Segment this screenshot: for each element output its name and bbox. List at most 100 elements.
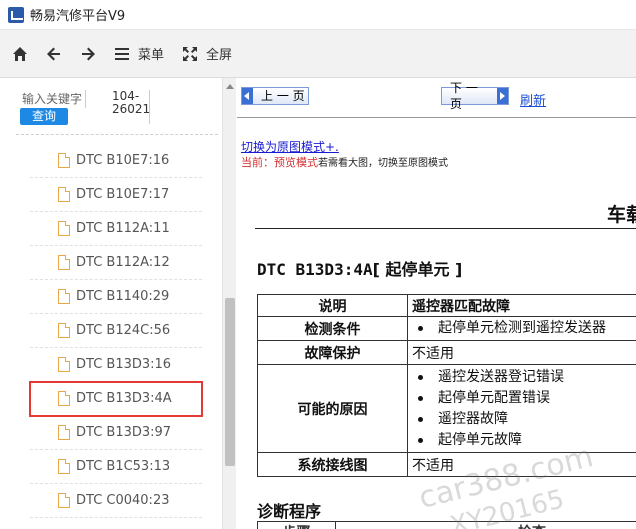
arrow-right-icon bbox=[82, 47, 95, 60]
search-button[interactable]: 查询 bbox=[20, 108, 68, 125]
document-icon bbox=[58, 221, 70, 236]
procedure-table: 步骤 检查 bbox=[257, 521, 636, 529]
procedure-title: 诊断程序 bbox=[257, 502, 322, 521]
document-icon bbox=[58, 289, 70, 304]
mode-hint: 若需看大图，切换至原图模式 bbox=[318, 158, 448, 169]
dtc-list-item[interactable]: DTC B10E7:16 bbox=[30, 144, 202, 178]
dtc-heading: DTC B13D3:4A[ 起停单元 ] bbox=[257, 256, 462, 280]
fullscreen-label: 全屏 bbox=[206, 48, 233, 63]
back-button[interactable] bbox=[46, 39, 62, 69]
dtc-list-item[interactable]: DTC B13D3:16 bbox=[30, 348, 202, 382]
menu-button[interactable]: 菜单 bbox=[114, 39, 164, 69]
dtc-heading-code: DTC B13D3:4A bbox=[257, 260, 373, 279]
scrollbar-thumb[interactable] bbox=[225, 298, 235, 466]
dtc-heading-name: [ 起停单元 ] bbox=[372, 260, 463, 279]
dtc-list-item-label: DTC C0040:23 bbox=[76, 493, 170, 508]
next-page-button[interactable]: 下 一 页 bbox=[441, 81, 509, 111]
dtc-list-item[interactable]: DTC B1C53:13 bbox=[30, 450, 202, 484]
switch-mode-link[interactable]: 切换为原图模式+. bbox=[241, 138, 339, 155]
doc-header-rule bbox=[255, 228, 636, 229]
dtc-list-item[interactable]: DTC B112A:11 bbox=[30, 212, 202, 246]
home-icon bbox=[13, 46, 27, 61]
dtc-list-item-label: DTC B13D3:16 bbox=[76, 357, 172, 372]
table-row: 可能的原因 遥控发送器登记错误 起停单元配置错误 遥控器故障 起停单元故障 bbox=[257, 364, 636, 453]
document-code-line2: 26021 bbox=[112, 102, 151, 116]
arrow-left-icon bbox=[47, 47, 60, 60]
dtc-list-item-label: DTC B112A:11 bbox=[76, 221, 170, 236]
dtc-list-item-label: DTC B10E7:16 bbox=[76, 153, 170, 168]
dtc-list-item-label: DTC B13D3:4A bbox=[76, 391, 172, 406]
dtc-list: DTC B10E7:16 DTC B10E7:17 DTC B112A:11 DTC … bbox=[29, 144, 203, 518]
table-header-value: 遥控器匹配故障 bbox=[407, 294, 636, 317]
prev-page-button[interactable]: 上 一 页 bbox=[241, 87, 309, 105]
dtc-list-item[interactable]: DTC B13D3:97 bbox=[30, 416, 202, 450]
title-bar: 畅易汽修平台V9 bbox=[0, 0, 636, 30]
arrow-right-icon bbox=[497, 88, 508, 104]
document-icon bbox=[58, 323, 70, 338]
menu-icon bbox=[115, 47, 129, 60]
table-key: 检测条件 bbox=[257, 316, 408, 341]
doc-header-title: 车载 bbox=[607, 204, 636, 226]
bullet-list: 起停单元检测到遥控发送器 bbox=[412, 318, 636, 339]
dtc-list-item-label: DTC B1C53:13 bbox=[76, 459, 171, 474]
bullet-list: 遥控发送器登记错误 起停单元配置错误 遥控器故障 起停单元故障 bbox=[412, 367, 636, 451]
dtc-list-item[interactable]: DTC C0040:23 bbox=[30, 484, 202, 518]
document-viewer: 上 一 页 下 一 页 刷新 切换为原图模式+. 当前：预览模式若需看大图，切换… bbox=[237, 78, 636, 529]
dtc-list-item[interactable]: DTC B10E7:17 bbox=[30, 178, 202, 212]
document-icon bbox=[58, 255, 70, 270]
list-item: 起停单元检测到遥控发送器 bbox=[412, 318, 636, 339]
mode-status: 当前：预览模式若需看大图，切换至原图模式 bbox=[241, 154, 448, 170]
dtc-list-item-label: DTC B13D3:97 bbox=[76, 425, 172, 440]
dtc-list-item[interactable]: DTC B1140:29 bbox=[30, 280, 202, 314]
table-value: 起停单元检测到遥控发送器 bbox=[407, 316, 636, 341]
document-icon bbox=[58, 425, 70, 440]
dtc-list-item-label: DTC B112A:12 bbox=[76, 255, 170, 270]
fullscreen-button[interactable]: 全屏 bbox=[182, 39, 232, 69]
toolbar: 菜单 全屏 bbox=[0, 30, 636, 78]
list-item: 遥控发送器登记错误 bbox=[412, 367, 636, 388]
app-logo-icon bbox=[8, 6, 24, 23]
table-row: 说明 遥控器匹配故障 bbox=[257, 294, 636, 317]
search-input[interactable]: 输入关键字 bbox=[22, 90, 86, 108]
dtc-list-item[interactable]: DTC B13D3:4A bbox=[29, 381, 203, 417]
table-key: 可能的原因 bbox=[257, 364, 408, 453]
document-icon bbox=[58, 187, 70, 202]
dtc-sidebar: 输入关键字 查询 104- 26021 DTC B10E7:16 DTC B10E… bbox=[0, 78, 236, 529]
table-key: 故障保护 bbox=[257, 340, 408, 365]
page-nav-bar: 上 一 页 下 一 页 刷新 bbox=[237, 78, 636, 118]
list-item: 起停单元故障 bbox=[412, 430, 636, 451]
dtc-list-item-label: DTC B1140:29 bbox=[76, 289, 170, 304]
table-row: 故障保护 不适用 bbox=[257, 340, 636, 365]
menu-label: 菜单 bbox=[138, 48, 165, 63]
list-item: 遥控器故障 bbox=[412, 409, 636, 430]
home-button[interactable] bbox=[12, 39, 28, 69]
dtc-list-item-label: DTC B124C:56 bbox=[76, 323, 171, 338]
table-key: 系统接线图 bbox=[257, 452, 408, 477]
forward-button[interactable] bbox=[80, 39, 96, 69]
list-item: 起停单元配置错误 bbox=[412, 388, 636, 409]
current-mode: 预览模式 bbox=[274, 156, 318, 169]
dtc-list-item[interactable]: DTC B112A:12 bbox=[30, 246, 202, 280]
next-page-label: 下 一 页 bbox=[450, 81, 478, 111]
table-value: 不适用 bbox=[407, 340, 636, 365]
document-icon bbox=[58, 459, 70, 474]
procedure-col-step: 步骤 bbox=[258, 522, 336, 529]
dtc-list-item[interactable]: DTC B124C:56 bbox=[30, 314, 202, 348]
document-icon bbox=[58, 153, 70, 168]
search-area: 输入关键字 查询 104- 26021 bbox=[0, 78, 222, 136]
document-icon bbox=[58, 391, 70, 406]
table-row: 检测条件 起停单元检测到遥控发送器 bbox=[257, 316, 636, 341]
fullscreen-icon bbox=[183, 46, 198, 61]
divider bbox=[16, 134, 218, 135]
document-icon bbox=[58, 357, 70, 372]
arrow-left-icon bbox=[242, 88, 253, 104]
scroll-up-icon[interactable] bbox=[226, 84, 234, 89]
sidebar-scrollbar[interactable] bbox=[222, 78, 236, 529]
table-header-key: 说明 bbox=[257, 294, 408, 317]
prev-page-label: 上 一 页 bbox=[261, 89, 305, 103]
refresh-link[interactable]: 刷新 bbox=[520, 90, 546, 109]
document-icon bbox=[58, 493, 70, 508]
table-value: 遥控发送器登记错误 起停单元配置错误 遥控器故障 起停单元故障 bbox=[407, 364, 636, 453]
app-title: 畅易汽修平台V9 bbox=[30, 9, 126, 24]
document-code: 104- 26021 bbox=[112, 90, 150, 124]
